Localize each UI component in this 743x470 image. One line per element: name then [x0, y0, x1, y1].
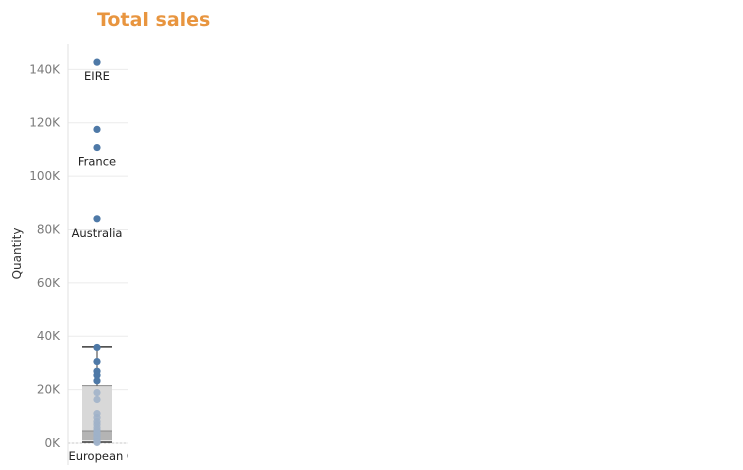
y-tick-label: 80K: [37, 222, 61, 236]
chart-area: 0K 20K 40K 60K 80K 100K 120K 140K Quantity EIRE…: [10, 44, 135, 465]
point-label: France: [78, 155, 116, 169]
y-axis-title: Quantity: [10, 228, 24, 280]
y-tick-label: 40K: [37, 329, 61, 343]
y-axis-ticks: 0K 20K 40K 60K 80K 100K 120K 140K: [29, 62, 61, 450]
data-point: [93, 357, 101, 366]
category-label: European C: [69, 449, 135, 463]
point-labels: EIRE France Australia: [72, 69, 123, 240]
data-point: [93, 438, 101, 447]
data-point: [93, 125, 101, 134]
y-tick-label: 140K: [29, 62, 61, 76]
data-point: [93, 388, 101, 397]
y-tick-label: 120K: [29, 116, 61, 130]
y-tick-label: 20K: [37, 383, 61, 397]
data-point: [93, 377, 101, 385]
point-label: Australia: [72, 226, 123, 240]
data-point: [93, 58, 101, 66]
y-tick-label: 60K: [37, 276, 61, 290]
data-point: [93, 395, 101, 404]
category-labels: European C: [69, 449, 135, 463]
data-point: [93, 215, 101, 223]
y-tick-label: 100K: [29, 169, 61, 183]
point-label: EIRE: [84, 69, 110, 83]
data-point: [93, 143, 101, 152]
data-point: [93, 343, 101, 352]
y-tick-label: 0K: [44, 436, 61, 450]
